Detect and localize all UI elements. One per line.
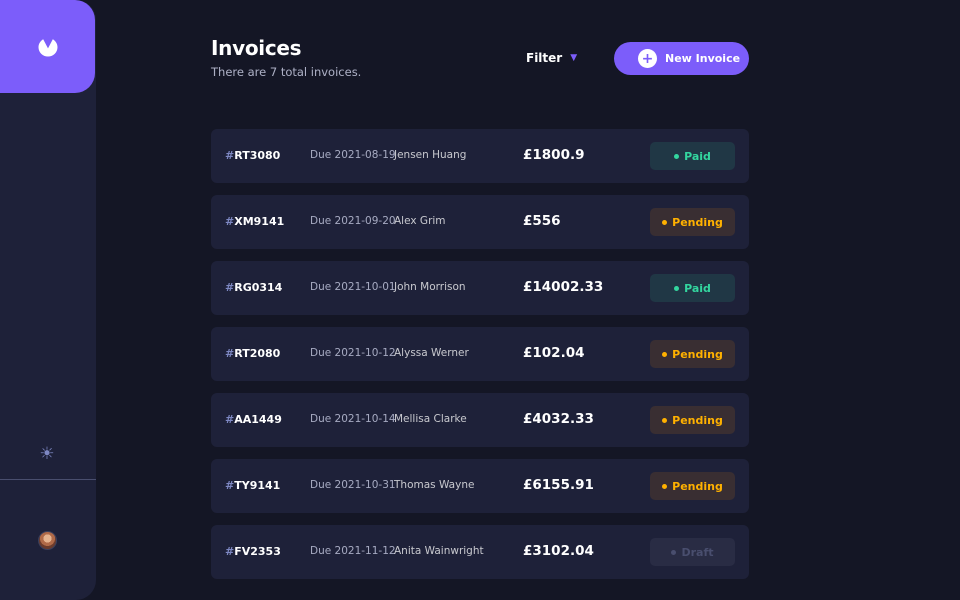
invoice-id-hash: #: [225, 545, 235, 558]
plus-icon: +: [638, 49, 657, 68]
status-label: Paid: [684, 281, 711, 295]
filter-label: Filter: [526, 51, 563, 65]
status-label: Pending: [672, 215, 723, 229]
invoice-due-date: Due 2021-11-12: [310, 545, 396, 557]
invoice-id-code: FV2353: [234, 545, 281, 558]
status-dot-icon: [674, 285, 680, 291]
invoice-id: #AA1449: [225, 413, 282, 426]
status-label: Pending: [672, 347, 723, 361]
invoice-row[interactable]: #FV2353 Due 2021-11-12 Anita Wainwright …: [211, 525, 749, 579]
invoice-id-hash: #: [225, 149, 235, 162]
invoice-id-code: AA1449: [234, 413, 282, 426]
status-dot-icon: [662, 219, 668, 225]
new-invoice-label: New Invoice: [665, 52, 741, 65]
invoice-row[interactable]: #RT2080 Due 2021-10-12 Alyssa Werner £10…: [211, 327, 749, 381]
invoice-id-hash: #: [225, 215, 235, 228]
status-badge: Pending: [650, 208, 735, 236]
invoice-client-name: Alex Grim: [394, 215, 446, 227]
invoice-id: #TY9141: [225, 479, 280, 492]
filter-dropdown[interactable]: Filter ▼: [526, 51, 577, 65]
invoice-id: #RT2080: [225, 347, 280, 360]
invoice-amount: £556: [523, 213, 561, 229]
invoice-row[interactable]: #AA1449 Due 2021-10-14 Mellisa Clarke £4…: [211, 393, 749, 447]
page-title: Invoices: [211, 36, 302, 60]
invoice-id: #FV2353: [225, 545, 281, 558]
invoice-client-name: Anita Wainwright: [394, 545, 484, 557]
sun-icon[interactable]: ☀: [37, 444, 57, 464]
invoice-id-code: TY9141: [234, 479, 281, 492]
invoice-client-name: Thomas Wayne: [394, 479, 475, 491]
invoice-due-date: Due 2021-10-14: [310, 413, 396, 425]
invoice-list: #RT3080 Due 2021-08-19 Jensen Huang £180…: [211, 129, 749, 591]
invoice-id-code: RT3080: [234, 149, 281, 162]
status-label: Pending: [672, 413, 723, 427]
status-badge: Paid: [650, 142, 735, 170]
status-badge: Pending: [650, 406, 735, 434]
sidebar: ☀: [0, 0, 96, 600]
invoice-count-subtitle: There are 7 total invoices.: [211, 65, 362, 79]
invoice-row[interactable]: #RG0314 Due 2021-10-01 John Morrison £14…: [211, 261, 749, 315]
invoice-id: #XM9141: [225, 215, 284, 228]
status-dot-icon: [671, 549, 677, 555]
status-label: Paid: [684, 149, 711, 163]
invoice-id: #RT3080: [225, 149, 280, 162]
invoice-due-date: Due 2021-10-12: [310, 347, 396, 359]
invoice-id-code: RG0314: [234, 281, 283, 294]
new-invoice-button[interactable]: + New Invoice: [614, 42, 749, 75]
invoice-client-name: Alyssa Werner: [394, 347, 469, 359]
invoice-row[interactable]: #XM9141 Due 2021-09-20 Alex Grim £556 Pe…: [211, 195, 749, 249]
invoice-id: #RG0314: [225, 281, 282, 294]
avatar[interactable]: [38, 531, 57, 550]
invoice-id-hash: #: [225, 479, 235, 492]
invoice-id-hash: #: [225, 281, 235, 294]
invoice-amount: £6155.91: [523, 477, 594, 493]
invoice-client-name: Jensen Huang: [394, 149, 467, 161]
logo-button[interactable]: [0, 0, 95, 93]
invoice-id-hash: #: [225, 347, 235, 360]
invoice-due-date: Due 2021-10-31: [310, 479, 396, 491]
invoice-due-date: Due 2021-10-01: [310, 281, 396, 293]
invoice-id-code: RT2080: [234, 347, 281, 360]
status-badge: Pending: [650, 340, 735, 368]
status-dot-icon: [662, 417, 668, 423]
invoice-amount: £3102.04: [523, 543, 594, 559]
invoice-id-code: XM9141: [234, 215, 285, 228]
chevron-down-icon: ▼: [570, 53, 578, 63]
app-root: ☀ Invoices There are 7 total invoices. F…: [0, 0, 960, 600]
invoice-amount: £4032.33: [523, 411, 594, 427]
invoice-row[interactable]: #TY9141 Due 2021-10-31 Thomas Wayne £615…: [211, 459, 749, 513]
sidebar-divider: [0, 479, 96, 480]
status-badge: Draft: [650, 538, 735, 566]
invoice-due-date: Due 2021-09-20: [310, 215, 396, 227]
invoice-due-date: Due 2021-08-19: [310, 149, 396, 161]
status-label: Draft: [681, 545, 714, 559]
status-dot-icon: [662, 351, 668, 357]
status-dot-icon: [674, 153, 680, 159]
invoice-id-hash: #: [225, 413, 235, 426]
status-label: Pending: [672, 479, 723, 493]
invoice-client-name: Mellisa Clarke: [394, 413, 467, 425]
logo-icon: [38, 39, 58, 57]
status-badge: Pending: [650, 472, 735, 500]
invoice-client-name: John Morrison: [394, 281, 466, 293]
invoice-amount: £102.04: [523, 345, 585, 361]
status-badge: Paid: [650, 274, 735, 302]
invoice-amount: £14002.33: [523, 279, 604, 295]
invoice-amount: £1800.9: [523, 147, 585, 163]
invoice-row[interactable]: #RT3080 Due 2021-08-19 Jensen Huang £180…: [211, 129, 749, 183]
status-dot-icon: [662, 483, 668, 489]
